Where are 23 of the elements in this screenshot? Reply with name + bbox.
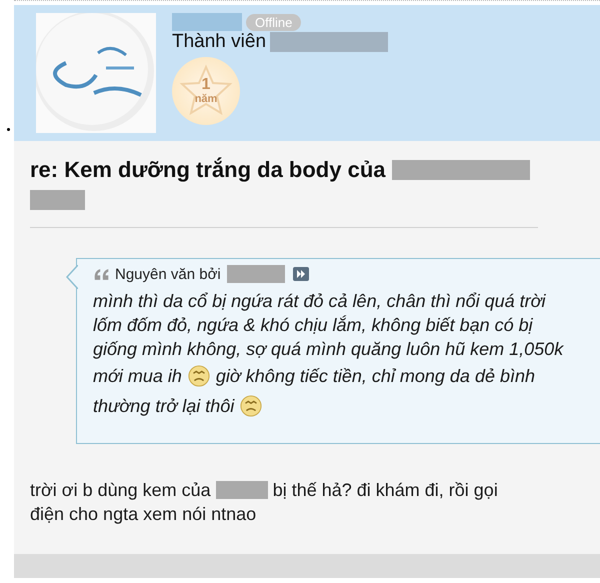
redaction [226,265,285,283]
member-rank: Thành viên [172,31,266,53]
bullet-dot [7,128,10,131]
quote-text: thường trở lại thôi [93,396,234,416]
reply-text: điện cho ngta xem nói ntnao [30,504,256,524]
status-badge: Offline [246,14,302,30]
quote-author-label: Nguyên văn bởi [115,266,221,282]
quote-text: mình thì da cổ bị ngứa rát đỏ cả lên, chân thì nổi quá trời [93,290,546,312]
quote-text: lốm đốm đỏ, ngứa & khó chịu lắm, không biết bạn có bị [93,314,533,336]
redaction [216,481,268,499]
quote-text: mới mua ih [93,366,182,386]
quote-icon [93,268,111,280]
year-badge: 1 năm [172,57,240,125]
quote-text: giờ không tiếc tiền, chỉ mong da dẻ bình [216,366,535,386]
reply-text: trời ơi b dùng kem của [30,480,211,500]
sad-face-icon [188,365,210,387]
redaction [172,13,242,31]
forward-icon[interactable] [292,267,309,281]
sad-face-icon [240,395,262,417]
quote-text: giống mình không, sợ quá mình quăng luôn hũ kem 1,050k [93,338,564,360]
redaction [30,190,85,210]
post-title: re: Kem dưỡng trắng da body của [30,157,386,183]
reply-text: bị thế hả? đi khám đi, rồi gọi [272,480,498,500]
